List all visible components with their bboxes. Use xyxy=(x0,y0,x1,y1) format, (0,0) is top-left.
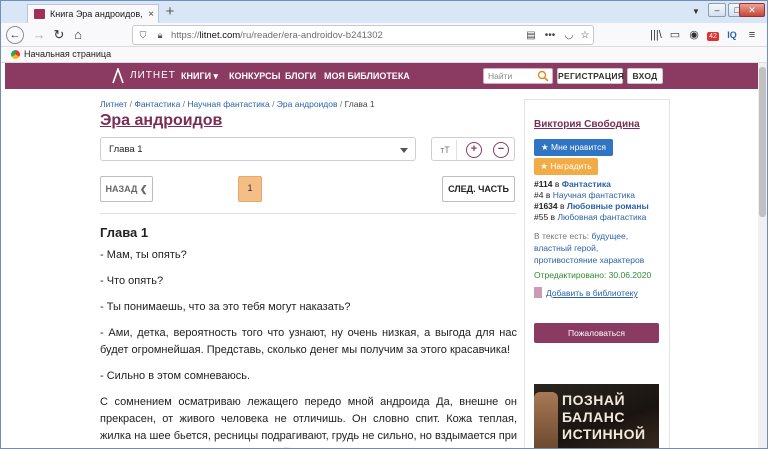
tab-strip: Книга Эра андроидов, глава 1 × + ▼ – □ ✕ xyxy=(1,1,767,23)
ad-figure-image xyxy=(534,392,558,448)
chapter-heading: Глава 1 xyxy=(100,225,149,240)
rank-category-link[interactable]: Любовная фантастика xyxy=(557,212,646,222)
search-placeholder: Найти xyxy=(488,71,513,81)
rank-item: #4 в Научная фантастика xyxy=(534,190,636,200)
rank-category-link[interactable]: Любовные романы xyxy=(567,201,649,211)
bookmark-star-icon[interactable]: ☆ xyxy=(577,30,593,41)
text-paragraph: - Сильно в этом сомневаюсь. xyxy=(100,370,250,382)
text-paragraph: - Мам, ты опять? xyxy=(100,249,187,261)
text-paragraph: С сомнением осматриваю лежащего передо м… xyxy=(100,396,517,448)
tags-block: В тексте есть: будущее, властный герой, … xyxy=(534,231,645,265)
home-icon[interactable]: ⌂ xyxy=(69,26,87,44)
register-button[interactable]: РЕГИСТРАЦИЯ xyxy=(557,68,624,84)
site-header: ЛИТНЕТ КНИГИ ▾ КОНКУРСЫ БЛОГИ МОЯ БИБЛИО… xyxy=(5,63,763,89)
text-paragraph: - Ты понимаешь, что за это тебя могут на… xyxy=(100,301,351,313)
menu-contests[interactable]: КОНКУРСЫ xyxy=(229,71,280,81)
prev-page-button[interactable]: НАЗАД ❮ xyxy=(100,176,153,202)
new-tab-button[interactable]: + xyxy=(162,4,178,20)
lock-icon[interactable]: 🔒︎ xyxy=(153,30,167,41)
chapter-select[interactable]: Глава 1 xyxy=(100,137,416,161)
menu-my-library[interactable]: МОЯ БИБЛИОТЕКА xyxy=(324,71,410,81)
navigation-toolbar: ← → ↻ ⌂ ⛉ 🔒︎ https://litnet.com/ru/reade… xyxy=(1,23,767,47)
reload-icon[interactable]: ↻ xyxy=(50,26,68,44)
rank-item: #55 в Любовная фантастика xyxy=(534,212,647,222)
browser-window: Книга Эра андроидов, глава 1 × + ▼ – □ ✕… xyxy=(0,0,768,449)
reader-tools: тТ + − xyxy=(431,137,515,161)
back-icon[interactable]: ← xyxy=(6,26,24,44)
rank-category-link[interactable]: Фантастика xyxy=(562,179,611,189)
breadcrumb: Литнет / Фантастика / Научная фантастика… xyxy=(100,99,375,109)
rank-category-link[interactable]: Научная фантастика xyxy=(553,190,635,200)
breadcrumb-item[interactable]: Фантастика xyxy=(134,99,180,109)
iq-extension-icon[interactable]: IQ xyxy=(725,27,739,43)
pocket-icon[interactable]: ◡ xyxy=(561,30,577,41)
rank-item: #114 в Фантастика xyxy=(534,179,611,189)
add-to-library-link[interactable]: Добавить в библиотеку xyxy=(534,287,638,298)
page-number[interactable]: 1 xyxy=(238,176,262,202)
ad-text: БАЛАНС xyxy=(562,409,625,425)
close-window-button[interactable]: ✕ xyxy=(739,3,765,17)
breadcrumb-current: Глава 1 xyxy=(344,99,375,109)
account-icon[interactable]: ◉ xyxy=(687,27,701,43)
minimize-button[interactable]: – xyxy=(708,3,726,17)
menu-icon[interactable]: ≡ xyxy=(745,27,759,43)
font-size-icon[interactable]: тТ xyxy=(437,142,453,158)
extension-badge-icon[interactable]: 42 xyxy=(705,27,721,43)
divider xyxy=(100,213,516,214)
bookmark-icon xyxy=(534,287,542,298)
bookmarks-bar: Начальная страница xyxy=(1,47,767,63)
library-icon[interactable]: |||\ xyxy=(649,27,663,43)
chevron-down-icon xyxy=(400,148,408,153)
tab-active[interactable]: Книга Эра андроидов, глава 1 × xyxy=(27,4,159,23)
page-scrollbar[interactable] xyxy=(758,63,767,448)
text-paragraph: - Ами, детка, вероятность того что узнаю… xyxy=(100,327,517,356)
zoom-out-icon[interactable]: − xyxy=(493,142,509,158)
tab-title: Книга Эра андроидов, глава 1 xyxy=(50,9,144,19)
page-actions-icon[interactable]: ••• xyxy=(539,30,561,41)
breadcrumb-item[interactable]: Литнет xyxy=(100,99,127,109)
sidebar-icon[interactable]: ▭ xyxy=(668,27,682,43)
menu-blogs[interactable]: БЛОГИ xyxy=(285,71,316,81)
reader-view-icon[interactable]: ▤ xyxy=(523,30,539,41)
search-input[interactable]: Найти xyxy=(483,68,553,84)
edited-date: Отредактировано: 30.06.2020 xyxy=(534,270,652,280)
breadcrumb-item[interactable]: Научная фантастика xyxy=(187,99,269,109)
tab-close-icon[interactable]: × xyxy=(144,9,158,20)
award-button[interactable]: ★ Наградить xyxy=(534,158,598,175)
rank-item: #1634 в Любовные романы xyxy=(534,201,649,211)
site-logo[interactable]: ЛИТНЕТ xyxy=(130,70,176,81)
like-button[interactable]: ★ Мне нравится xyxy=(534,139,613,156)
book-title-link[interactable]: Эра андроидов xyxy=(100,112,222,130)
url-text[interactable]: https://litnet.com/ru/reader/era-android… xyxy=(171,30,523,41)
author-link[interactable]: Виктория Свободина xyxy=(534,119,640,130)
forward-icon[interactable]: → xyxy=(30,26,48,44)
ad-text: ИСТИННОЙ xyxy=(562,426,646,442)
scrollbar-thumb[interactable] xyxy=(759,67,766,217)
bookmark-home[interactable]: Начальная страница xyxy=(24,49,111,59)
shield-icon[interactable]: ⛉ xyxy=(136,30,150,41)
breadcrumb-item[interactable]: Эра андроидов xyxy=(277,99,338,109)
litnet-logo-icon[interactable] xyxy=(112,68,124,84)
search-icon[interactable] xyxy=(537,70,549,82)
menu-books[interactable]: КНИГИ ▾ xyxy=(181,71,218,82)
ad-banner[interactable]: ПОЗНАЙ БАЛАНС ИСТИННОЙ xyxy=(534,384,659,448)
next-page-button[interactable]: СЛЕД. ЧАСТЬ xyxy=(442,176,515,202)
login-button[interactable]: ВХОД xyxy=(627,68,663,84)
complain-button[interactable]: Пожаловаться xyxy=(534,323,659,343)
chrome-logo-icon xyxy=(11,50,20,59)
chapter-select-value: Глава 1 xyxy=(109,144,143,155)
zoom-in-icon[interactable]: + xyxy=(466,142,482,158)
site-favicon-icon xyxy=(34,9,45,19)
tools-divider xyxy=(456,140,457,160)
text-paragraph: - Что опять? xyxy=(100,275,164,287)
ad-text: ПОЗНАЙ xyxy=(562,392,626,408)
list-tabs-icon[interactable]: ▼ xyxy=(689,5,703,19)
address-bar[interactable]: ⛉ 🔒︎ https://litnet.com/ru/reader/era-an… xyxy=(132,25,594,45)
